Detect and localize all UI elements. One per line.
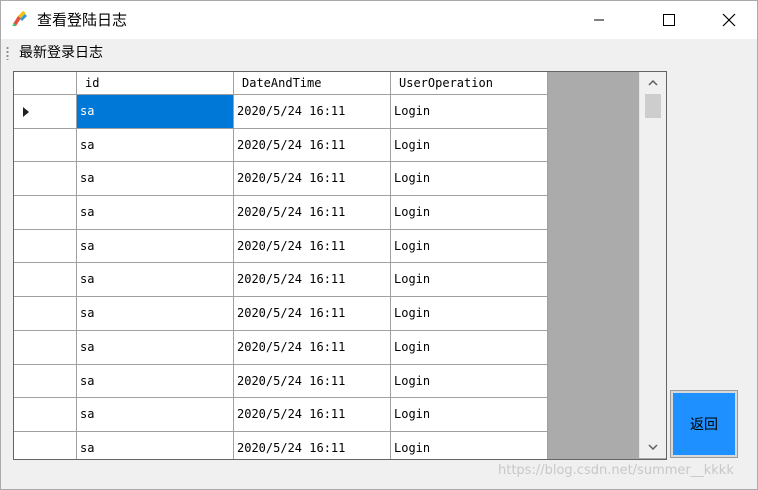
window-title: 查看登陆日志 [37,11,128,29]
close-icon [722,13,736,27]
cell-date-and-time[interactable]: 2020/5/24 16:11 [234,263,391,298]
cell-id[interactable]: sa [77,431,234,459]
cell-date-and-time[interactable]: 2020/5/24 16:11 [234,297,391,331]
cell-user-operation[interactable]: Login [391,364,548,399]
cell-user-operation[interactable]: Login [391,95,548,129]
minimize-button[interactable] [576,1,622,39]
scroll-up-button[interactable] [640,72,666,94]
cell-id[interactable]: sa [77,229,234,264]
cell-id[interactable]: sa [77,196,234,230]
row-header[interactable] [14,229,77,264]
cell-id[interactable]: sa [77,364,234,399]
watermark-text: https://blog.csdn.net/summer__kkkk [498,463,734,478]
cell-id[interactable]: sa [77,95,234,129]
column-header-date-and-time[interactable]: DateAndTime [234,72,391,95]
cell-user-operation[interactable]: Login [391,330,548,365]
cell-user-operation[interactable]: Login [391,162,548,197]
cell-date-and-time[interactable]: 2020/5/24 16:11 [234,330,391,365]
cell-user-operation[interactable]: Login [391,229,548,264]
chevron-down-icon [648,444,658,450]
cell-date-and-time[interactable]: 2020/5/24 16:11 [234,431,391,459]
row-header[interactable] [14,297,77,331]
cell-user-operation[interactable]: Login [391,398,548,432]
row-header[interactable] [14,196,77,230]
menu-strip: 最新登录日志 [1,39,757,67]
minimize-icon [594,19,604,21]
scroll-down-button[interactable] [640,436,666,458]
table-row[interactable]: sa 2020/5/24 16:11 Login [14,128,548,163]
maximize-icon [663,14,675,26]
cell-user-operation[interactable]: Login [391,196,548,230]
return-button[interactable]: 返回 [670,390,738,458]
cell-user-operation[interactable]: Login [391,431,548,459]
table-row[interactable]: sa 2020/5/24 16:11 Login [14,95,548,129]
cell-id[interactable]: sa [77,297,234,331]
close-button[interactable] [706,1,752,39]
scrollbar-thumb[interactable] [645,94,661,118]
current-row-arrow-icon [23,107,29,117]
cell-date-and-time[interactable]: 2020/5/24 16:11 [234,128,391,163]
cell-date-and-time[interactable]: 2020/5/24 16:11 [234,162,391,197]
cell-id[interactable]: sa [77,263,234,298]
table-row[interactable]: sa 2020/5/24 16:11 Login [14,330,548,365]
cell-date-and-time[interactable]: 2020/5/24 16:11 [234,229,391,264]
row-header[interactable] [14,95,77,129]
paint-brush-icon [12,11,27,26]
login-log-window: 查看登陆日志 最新登录日志 id DateAndTime UserOperati… [0,0,758,490]
row-header[interactable] [14,364,77,399]
column-header-id[interactable]: id [77,72,234,95]
chevron-up-icon [648,80,658,86]
row-header[interactable] [14,128,77,163]
cell-id[interactable]: sa [77,162,234,197]
row-header[interactable] [14,431,77,459]
title-bar: 查看登陆日志 [1,1,757,39]
cell-date-and-time[interactable]: 2020/5/24 16:11 [234,364,391,399]
row-header[interactable] [14,263,77,298]
table-row[interactable]: sa 2020/5/24 16:11 Login [14,364,548,399]
cell-date-and-time[interactable]: 2020/5/24 16:11 [234,196,391,230]
table-row[interactable]: sa 2020/5/24 16:11 Login [14,398,548,432]
table-row[interactable]: sa 2020/5/24 16:11 Login [14,196,548,230]
grid-rows: sa 2020/5/24 16:11 Login sa 2020/5/24 16:11 L… [14,95,548,459]
cell-date-and-time[interactable]: 2020/5/24 16:11 [234,95,391,129]
menu-item-latest-log[interactable]: 最新登录日志 [19,44,103,62]
table-row[interactable]: sa 2020/5/24 16:11 Login [14,229,548,264]
cell-user-operation[interactable]: Login [391,297,548,331]
table-row[interactable]: sa 2020/5/24 16:11 Login [14,431,548,459]
cell-id[interactable]: sa [77,128,234,163]
cell-id[interactable]: sa [77,398,234,432]
cell-user-operation[interactable]: Login [391,263,548,298]
maximize-button[interactable] [646,1,692,39]
cell-date-and-time[interactable]: 2020/5/24 16:11 [234,398,391,432]
cell-user-operation[interactable]: Login [391,128,548,163]
log-data-grid[interactable]: id DateAndTime UserOperation sa 2020/5/24… [13,71,667,460]
row-header[interactable] [14,162,77,197]
table-row[interactable]: sa 2020/5/24 16:11 Login [14,162,548,197]
toolbar-grip-icon[interactable] [6,46,9,60]
row-header[interactable] [14,330,77,365]
grid-corner-header[interactable] [14,72,77,95]
table-row[interactable]: sa 2020/5/24 16:11 Login [14,297,548,331]
table-row[interactable]: sa 2020/5/24 16:11 Login [14,263,548,298]
cell-id[interactable]: sa [77,330,234,365]
vertical-scrollbar[interactable] [639,72,666,458]
column-header-user-operation[interactable]: UserOperation [391,72,548,95]
row-header[interactable] [14,398,77,432]
